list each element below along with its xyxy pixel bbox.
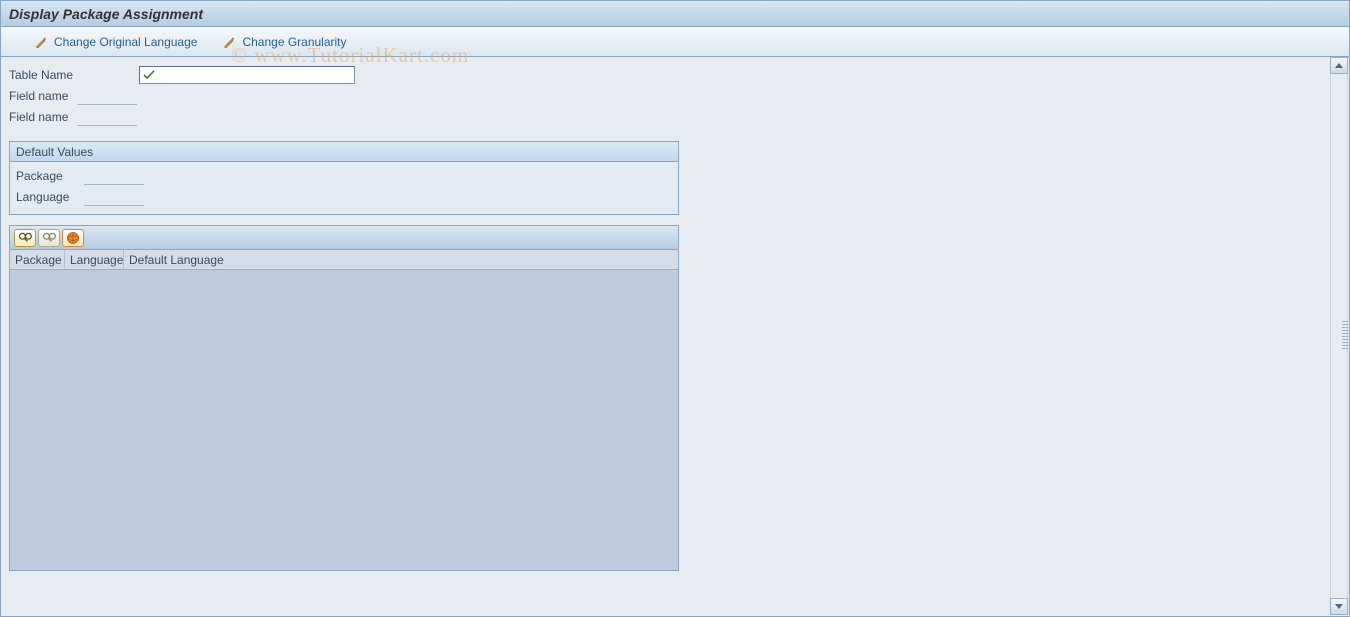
language-row: Language [16, 187, 672, 207]
check-icon [143, 69, 155, 81]
vertical-scrollbar[interactable] [1330, 57, 1348, 615]
globe-icon [66, 231, 80, 245]
field-name-label-1: Field name [9, 89, 77, 103]
globe-button[interactable] [62, 229, 84, 247]
change-granularity-button[interactable]: Change Granularity [219, 31, 350, 53]
table-name-input[interactable] [139, 66, 355, 84]
package-row: Package [16, 166, 672, 186]
application-toolbar: Change Original Language Change Granular… [1, 27, 1349, 57]
language-input[interactable] [84, 189, 144, 206]
pencil-icon [223, 35, 237, 49]
change-original-language-button[interactable]: Change Original Language [31, 31, 201, 53]
find-button[interactable] [14, 229, 36, 247]
find-icon [18, 232, 32, 244]
field-name-input-1[interactable] [77, 88, 137, 105]
default-values-body: Package Language [10, 162, 678, 214]
pencil-icon [35, 35, 49, 49]
language-label: Language [16, 190, 84, 204]
field-name-row-1: Field name [9, 86, 1341, 106]
table-control: Package Language Default Language [9, 225, 679, 571]
find-next-button[interactable] [38, 229, 60, 247]
scroll-grip[interactable] [1342, 321, 1348, 351]
title-bar: Display Package Assignment [1, 1, 1349, 27]
table-header: Package Language Default Language [10, 250, 678, 270]
find-next-icon [42, 232, 56, 244]
default-values-title: Default Values [10, 142, 678, 162]
table-body[interactable] [10, 270, 678, 570]
app-window: Display Package Assignment Change Origin… [0, 0, 1350, 617]
field-name-row-2: Field name [9, 107, 1341, 127]
field-name-input-2[interactable] [77, 109, 137, 126]
column-default-language[interactable]: Default Language [124, 250, 234, 269]
column-language[interactable]: Language [65, 250, 124, 269]
change-original-language-label: Change Original Language [54, 35, 197, 49]
page-title: Display Package Assignment [9, 6, 203, 22]
package-input[interactable] [84, 168, 144, 185]
table-name-row: Table Name [9, 65, 1341, 85]
field-name-label-2: Field name [9, 110, 77, 124]
table-toolbar [10, 226, 678, 250]
change-granularity-label: Change Granularity [242, 35, 346, 49]
default-values-group: Default Values Package Language [9, 141, 679, 215]
column-package[interactable]: Package [10, 250, 65, 269]
scroll-up-button[interactable] [1330, 57, 1348, 74]
package-label: Package [16, 169, 84, 183]
toggle-display-change-button[interactable] [9, 31, 13, 53]
table-name-label: Table Name [9, 68, 139, 82]
scroll-down-button[interactable] [1330, 598, 1348, 615]
content-area: Table Name Field name Field name Default… [1, 57, 1349, 616]
selection-form: Table Name Field name Field name [9, 65, 1341, 127]
